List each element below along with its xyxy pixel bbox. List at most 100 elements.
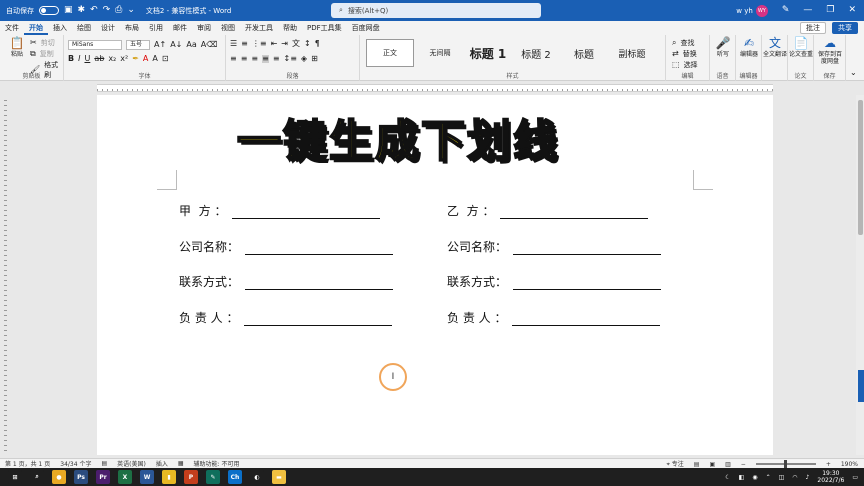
tab-view[interactable]: 视图 [216, 21, 240, 35]
search-input[interactable]: ⌕ 搜索(Alt+Q) [331, 3, 541, 18]
grow-font-icon[interactable]: A↑ [154, 41, 166, 49]
tab-design[interactable]: 设计 [96, 21, 120, 35]
style-heading-2[interactable]: 标题 2 [512, 39, 560, 67]
dictate-button[interactable]: 🎤 听写 [710, 37, 736, 58]
bold-icon[interactable]: B [68, 55, 74, 63]
tab-draw[interactable]: 绘图 [72, 21, 96, 35]
print-layout-icon[interactable]: ▣ [709, 461, 715, 468]
sort-icon[interactable]: ↕ [304, 40, 311, 48]
night-icon[interactable]: ☾ [725, 474, 730, 481]
strikethrough-icon[interactable]: ab [94, 55, 104, 63]
change-case-icon[interactable]: Aa [186, 41, 196, 49]
photoshop-icon[interactable]: Ps [74, 470, 88, 484]
tab-home[interactable]: 开始 [24, 21, 48, 35]
powerpoint-icon[interactable]: P [184, 470, 198, 484]
align-left-icon[interactable]: ≡ [230, 55, 237, 63]
style-heading-1[interactable]: 标题 1 [464, 39, 512, 67]
start-icon[interactable]: ⊞ [8, 470, 22, 484]
save-icon[interactable]: ▣ [64, 6, 73, 15]
copy-button[interactable]: ⧉ 复制 [30, 49, 54, 59]
autosave-toggle[interactable] [39, 6, 59, 15]
underline-blank[interactable] [513, 278, 662, 290]
cut-button[interactable]: ✂ 剪切 [30, 38, 55, 48]
clock[interactable]: 19:30 2022/7/6 [817, 470, 844, 484]
underline-blank[interactable] [512, 314, 661, 326]
italic-icon[interactable]: I [78, 55, 80, 63]
redo-icon[interactable]: ↷ [103, 6, 111, 15]
insert-mode[interactable]: 插入 [151, 459, 173, 468]
superscript-icon[interactable]: x² [120, 55, 128, 63]
word-icon[interactable]: W [140, 470, 154, 484]
shading-icon[interactable]: ◈ [301, 55, 307, 63]
style-normal[interactable]: 正文 [366, 39, 414, 67]
style-no-spacing[interactable]: 无间隔 [416, 39, 464, 67]
justify-icon[interactable]: ≡ [262, 55, 269, 63]
premiere-icon[interactable]: Pr [96, 470, 110, 484]
tab-insert[interactable]: 插入 [48, 21, 72, 35]
undo-icon[interactable]: ↶ [90, 6, 98, 15]
horizontal-ruler[interactable] [97, 84, 773, 92]
select-button[interactable]: ⬚ 选择 [672, 60, 698, 70]
underline-blank[interactable] [232, 207, 381, 219]
share-button[interactable]: 共享 [832, 22, 858, 34]
translate-button[interactable]: 文 全文翻译 [762, 37, 788, 58]
tab-file[interactable]: 文件 [0, 21, 24, 35]
files-icon[interactable]: ▮ [162, 470, 176, 484]
style-title[interactable]: 标题 [560, 39, 608, 67]
macro-icon[interactable]: ▦ [173, 460, 189, 467]
underline-blank[interactable] [513, 243, 662, 255]
editor-button[interactable]: ✍ 编辑器 [736, 37, 762, 58]
read-mode-icon[interactable]: ▤ [694, 461, 700, 468]
collapse-ribbon-icon[interactable]: ⌄ [850, 69, 857, 77]
avatar[interactable]: WY [755, 4, 768, 17]
align-right-icon[interactable]: ≡ [251, 55, 258, 63]
underline-blank[interactable] [244, 314, 393, 326]
wifi-icon[interactable]: ◠ [792, 474, 797, 481]
chinese-layout-icon[interactable]: 文 [292, 40, 300, 48]
show-hidden-icon[interactable]: ⌃ [766, 474, 771, 481]
bullets-icon[interactable]: ☰ [230, 40, 237, 48]
app-blue-icon[interactable]: Ch [228, 470, 242, 484]
paper-check-button[interactable]: 📄 论文查重 [788, 37, 814, 58]
spellcheck-icon[interactable]: ▤ [96, 460, 112, 467]
document-page[interactable]: 一键生成下划线 甲 方 ： 公司名称： 联系方式： 负 责 人 ： 乙 方 ： … [97, 95, 773, 455]
app-green-icon[interactable]: ✎ [206, 470, 220, 484]
tab-references[interactable]: 引用 [144, 21, 168, 35]
search-icon[interactable]: ⌕ [30, 470, 44, 484]
customize-icon[interactable]: ⌄ [127, 6, 135, 15]
clear-format-icon[interactable]: A⌫ [201, 41, 218, 49]
char-shading-icon[interactable]: A [152, 55, 157, 63]
underline-blank[interactable] [245, 243, 394, 255]
close-icon[interactable]: ✕ [848, 6, 856, 15]
font-size-select[interactable]: 五号 [126, 40, 150, 50]
minimize-icon[interactable]: — [803, 6, 812, 15]
borders-icon[interactable]: ⊞ [311, 55, 318, 63]
decrease-indent-icon[interactable]: ⇤ [271, 40, 278, 48]
scrollbar-thumb[interactable] [858, 100, 863, 235]
subscript-icon[interactable]: x₂ [108, 55, 116, 63]
shrink-font-icon[interactable]: A↓ [170, 41, 182, 49]
restore-icon[interactable]: ❐ [826, 6, 834, 15]
wechat-icon[interactable]: ◉ [752, 474, 757, 481]
paste-button[interactable]: 📋 粘贴 [4, 37, 30, 58]
network-icon[interactable]: ◫ [779, 474, 785, 481]
numbering-icon[interactable]: ≡ [241, 40, 248, 48]
increase-indent-icon[interactable]: ⇥ [281, 40, 288, 48]
excel-icon[interactable]: X [118, 470, 132, 484]
pen-icon[interactable]: ✎ [782, 6, 790, 15]
language[interactable]: 英语(美国) [112, 459, 151, 468]
web-layout-icon[interactable]: ▥ [725, 461, 731, 468]
page-count[interactable]: 第 1 页，共 1 页 [0, 459, 55, 468]
word-count[interactable]: 34/34 个字 [55, 459, 96, 468]
accessibility-status[interactable]: 辅助功能: 不可用 [189, 459, 245, 468]
show-marks-icon[interactable]: ¶ [315, 40, 320, 48]
tab-mailings[interactable]: 邮件 [168, 21, 192, 35]
zoom-in-icon[interactable]: + [826, 461, 831, 468]
zoom-out-icon[interactable]: − [741, 461, 746, 468]
tab-developer[interactable]: 开发工具 [240, 21, 278, 35]
zoom-slider[interactable] [755, 460, 816, 468]
underline-blank[interactable] [500, 207, 649, 219]
underline-blank[interactable] [245, 278, 394, 290]
multilevel-list-icon[interactable]: ⋮≡ [252, 40, 267, 48]
tab-help[interactable]: 帮助 [278, 21, 302, 35]
